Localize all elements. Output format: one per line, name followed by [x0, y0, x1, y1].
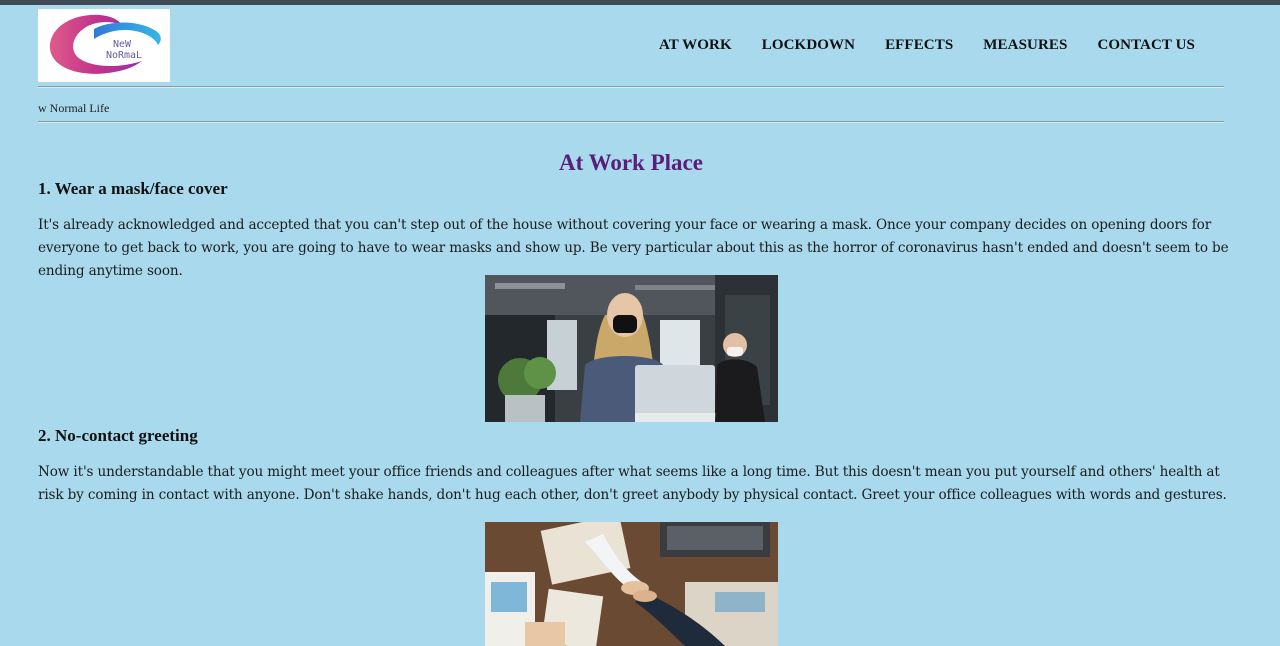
logo-text-line1: NeW — [113, 39, 132, 50]
new-normal-logo-graphic: NeW NoRmaL — [49, 14, 161, 74]
browser-top-strip — [0, 0, 1280, 5]
section-body-1: It's already acknowledged and accepted t… — [38, 217, 1229, 279]
marquee-text: w Normal Life — [38, 101, 110, 115]
header-divider — [38, 86, 1224, 88]
section-heading-2: 2. No-contact greeting — [38, 426, 198, 445]
section-heading-1: 1. Wear a mask/face cover — [38, 179, 228, 198]
page-title: At Work Place — [559, 150, 703, 175]
nav-contact-us[interactable]: CONTACT US — [1097, 37, 1195, 54]
no-contact-greeting-photo — [485, 522, 778, 646]
section-body-2: Now it's understandable that you might m… — [38, 464, 1227, 503]
nav-lockdown[interactable]: LOCKDOWN — [762, 37, 855, 54]
logo-text-line2: NoRmaL — [106, 50, 142, 61]
site-logo[interactable]: NeW NoRmaL — [38, 9, 170, 82]
nav-at-work[interactable]: AT WORK — [659, 37, 732, 54]
office-mask-photo — [485, 275, 778, 422]
nav-measures[interactable]: MEASURES — [983, 37, 1067, 54]
nav-effects[interactable]: EFFECTS — [885, 37, 953, 54]
main-nav: AT WORK LOCKDOWN EFFECTS MEASURES CONTAC… — [629, 37, 1195, 54]
marquee-divider — [38, 121, 1224, 123]
